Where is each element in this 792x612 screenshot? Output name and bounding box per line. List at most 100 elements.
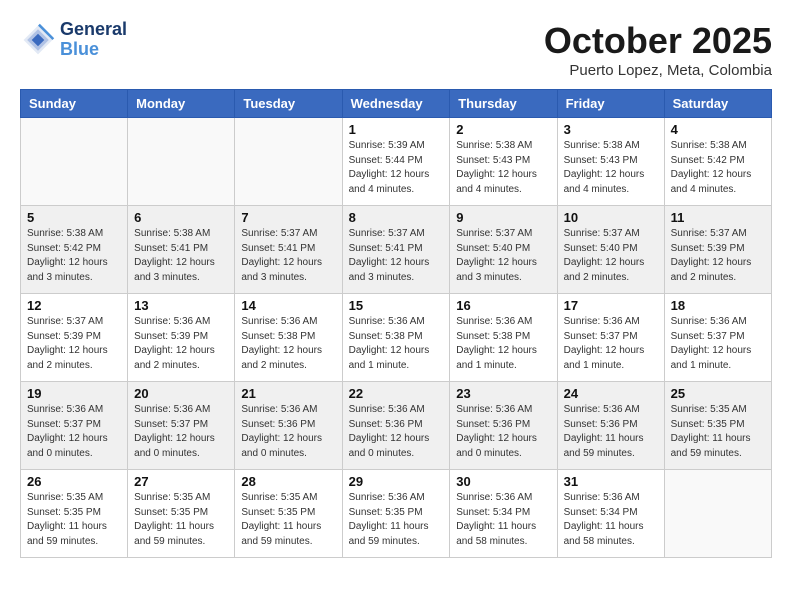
- calendar-cell: 7Sunrise: 5:37 AM Sunset: 5:41 PM Daylig…: [235, 206, 342, 294]
- calendar-cell: 22Sunrise: 5:36 AM Sunset: 5:36 PM Dayli…: [342, 382, 450, 470]
- calendar-cell: 26 Sunrise: 5:35 AM Sunset: 5:35 PM Dayli…: [21, 470, 128, 558]
- day-number: 15: [349, 298, 444, 313]
- day-info: Sunrise: 5:39 AM Sunset: 5:44 PM Dayligh…: [349, 139, 444, 197]
- calendar-cell: 11 Sunrise: 5:37 AM Sunset: 5:39 PM Dayli…: [664, 206, 771, 294]
- col-header-wednesday: Wednesday: [342, 90, 450, 118]
- day-number: 27: [134, 474, 228, 489]
- calendar-cell: 4 Sunrise: 5:38 AM Sunset: 5:42 PM Daylig…: [664, 118, 771, 206]
- calendar-cell: 23Sunrise: 5:36 AM Sunset: 5:36 PM Dayli…: [450, 382, 557, 470]
- day-number: 5: [27, 210, 121, 225]
- day-number: 8: [349, 210, 444, 225]
- day-number: 30: [456, 474, 550, 489]
- day-number: 20: [134, 386, 228, 401]
- day-info: Sunrise: 5:36 AM Sunset: 5:36 PM Dayligh…: [564, 403, 658, 461]
- calendar-cell: 27 Sunrise: 5:35 AM Sunset: 5:35 PM Dayli…: [128, 470, 235, 558]
- day-info: Sunrise: 5:36 AM Sunset: 5:37 PM Dayligh…: [134, 403, 228, 461]
- day-info: Sunrise: 5:36 AM Sunset: 5:34 PM Dayligh…: [456, 491, 550, 549]
- day-info: Sunrise: 5:36 AM Sunset: 5:35 PM Dayligh…: [349, 491, 444, 549]
- day-info: Sunrise: 5:36 AM Sunset: 5:37 PM Dayligh…: [671, 315, 765, 373]
- day-number: 26: [27, 474, 121, 489]
- day-info: Sunrise: 5:38 AM Sunset: 5:42 PM Dayligh…: [27, 227, 121, 285]
- calendar-cell: 17 Sunrise: 5:36 AM Sunset: 5:37 PM Dayli…: [557, 294, 664, 382]
- day-info: Sunrise: 5:37 AM Sunset: 5:39 PM Dayligh…: [27, 315, 121, 373]
- calendar-cell: [128, 118, 235, 206]
- day-info: Sunrise: 5:36 AM Sunset: 5:38 PM Dayligh…: [349, 315, 444, 373]
- calendar-cell: 28Sunrise: 5:35 AM Sunset: 5:35 PM Dayli…: [235, 470, 342, 558]
- calendar-cell: 6 Sunrise: 5:38 AM Sunset: 5:41 PM Daylig…: [128, 206, 235, 294]
- calendar-cell: 9Sunrise: 5:37 AM Sunset: 5:40 PM Daylig…: [450, 206, 557, 294]
- calendar-cell: 13 Sunrise: 5:36 AM Sunset: 5:39 PM Dayli…: [128, 294, 235, 382]
- day-info: Sunrise: 5:36 AM Sunset: 5:36 PM Dayligh…: [456, 403, 550, 461]
- day-info: Sunrise: 5:35 AM Sunset: 5:35 PM Dayligh…: [671, 403, 765, 461]
- day-number: 29: [349, 474, 444, 489]
- col-header-sunday: Sunday: [21, 90, 128, 118]
- calendar-cell: 1 Sunrise: 5:39 AM Sunset: 5:44 PM Daylig…: [342, 118, 450, 206]
- day-number: 2: [456, 122, 550, 137]
- day-info: Sunrise: 5:35 AM Sunset: 5:35 PM Dayligh…: [27, 491, 121, 549]
- day-info: Sunrise: 5:36 AM Sunset: 5:34 PM Dayligh…: [564, 491, 658, 549]
- day-info: Sunrise: 5:37 AM Sunset: 5:41 PM Dayligh…: [241, 227, 335, 285]
- day-info: Sunrise: 5:36 AM Sunset: 5:36 PM Dayligh…: [349, 403, 444, 461]
- calendar-week-row: 5 Sunrise: 5:38 AM Sunset: 5:42 PM Daylig…: [21, 206, 772, 294]
- calendar-cell: 25 Sunrise: 5:35 AM Sunset: 5:35 PM Dayli…: [664, 382, 771, 470]
- calendar-cell: 2Sunrise: 5:38 AM Sunset: 5:43 PM Daylig…: [450, 118, 557, 206]
- col-header-tuesday: Tuesday: [235, 90, 342, 118]
- calendar-week-row: 1 Sunrise: 5:39 AM Sunset: 5:44 PM Daylig…: [21, 118, 772, 206]
- calendar-cell: 19 Sunrise: 5:36 AM Sunset: 5:37 PM Dayli…: [21, 382, 128, 470]
- calendar-cell: 21 Sunrise: 5:36 AM Sunset: 5:36 PM Dayli…: [235, 382, 342, 470]
- day-number: 6: [134, 210, 228, 225]
- calendar-cell: 14 Sunrise: 5:36 AM Sunset: 5:38 PM Dayli…: [235, 294, 342, 382]
- calendar-cell: 8 Sunrise: 5:37 AM Sunset: 5:41 PM Daylig…: [342, 206, 450, 294]
- calendar-cell: 3Sunrise: 5:38 AM Sunset: 5:43 PM Daylig…: [557, 118, 664, 206]
- calendar-cell: 20 Sunrise: 5:36 AM Sunset: 5:37 PM Dayli…: [128, 382, 235, 470]
- day-number: 19: [27, 386, 121, 401]
- day-number: 11: [671, 210, 765, 225]
- calendar-cell: 12 Sunrise: 5:37 AM Sunset: 5:39 PM Dayli…: [21, 294, 128, 382]
- day-number: 16: [456, 298, 550, 313]
- day-info: Sunrise: 5:37 AM Sunset: 5:39 PM Dayligh…: [671, 227, 765, 285]
- day-info: Sunrise: 5:35 AM Sunset: 5:35 PM Dayligh…: [134, 491, 228, 549]
- day-number: 9: [456, 210, 550, 225]
- day-info: Sunrise: 5:37 AM Sunset: 5:41 PM Dayligh…: [349, 227, 444, 285]
- calendar-cell: 30 Sunrise: 5:36 AM Sunset: 5:34 PM Dayli…: [450, 470, 557, 558]
- day-number: 28: [241, 474, 335, 489]
- day-number: 12: [27, 298, 121, 313]
- day-info: Sunrise: 5:36 AM Sunset: 5:37 PM Dayligh…: [564, 315, 658, 373]
- day-number: 25: [671, 386, 765, 401]
- day-number: 1: [349, 122, 444, 137]
- page-header: General Blue October 2025 Puerto Lopez, …: [20, 20, 772, 79]
- logo-text-general: General: [60, 20, 127, 40]
- day-info: Sunrise: 5:38 AM Sunset: 5:42 PM Dayligh…: [671, 139, 765, 197]
- calendar-week-row: 19 Sunrise: 5:36 AM Sunset: 5:37 PM Dayli…: [21, 382, 772, 470]
- title-block: October 2025 Puerto Lopez, Meta, Colombi…: [544, 20, 772, 79]
- logo-text-blue: Blue: [60, 40, 127, 60]
- day-info: Sunrise: 5:36 AM Sunset: 5:38 PM Dayligh…: [456, 315, 550, 373]
- calendar-cell: 10Sunrise: 5:37 AM Sunset: 5:40 PM Dayli…: [557, 206, 664, 294]
- day-info: Sunrise: 5:38 AM Sunset: 5:43 PM Dayligh…: [564, 139, 658, 197]
- calendar-cell: [21, 118, 128, 206]
- day-info: Sunrise: 5:36 AM Sunset: 5:36 PM Dayligh…: [241, 403, 335, 461]
- day-info: Sunrise: 5:36 AM Sunset: 5:38 PM Dayligh…: [241, 315, 335, 373]
- calendar-cell: 16 Sunrise: 5:36 AM Sunset: 5:38 PM Dayli…: [450, 294, 557, 382]
- calendar-week-row: 26 Sunrise: 5:35 AM Sunset: 5:35 PM Dayli…: [21, 470, 772, 558]
- calendar-cell: [664, 470, 771, 558]
- day-number: 21: [241, 386, 335, 401]
- day-info: Sunrise: 5:36 AM Sunset: 5:37 PM Dayligh…: [27, 403, 121, 461]
- day-number: 14: [241, 298, 335, 313]
- logo-icon: [20, 22, 56, 58]
- day-number: 13: [134, 298, 228, 313]
- calendar-cell: [235, 118, 342, 206]
- logo: General Blue: [20, 20, 127, 60]
- calendar-week-row: 12 Sunrise: 5:37 AM Sunset: 5:39 PM Dayli…: [21, 294, 772, 382]
- col-header-monday: Monday: [128, 90, 235, 118]
- calendar-table: SundayMondayTuesdayWednesdayThursdayFrid…: [20, 89, 772, 558]
- day-number: 31: [564, 474, 658, 489]
- day-info: Sunrise: 5:36 AM Sunset: 5:39 PM Dayligh…: [134, 315, 228, 373]
- day-info: Sunrise: 5:38 AM Sunset: 5:41 PM Dayligh…: [134, 227, 228, 285]
- location-subtitle: Puerto Lopez, Meta, Colombia: [544, 62, 772, 79]
- calendar-cell: 31 Sunrise: 5:36 AM Sunset: 5:34 PM Dayli…: [557, 470, 664, 558]
- col-header-thursday: Thursday: [450, 90, 557, 118]
- col-header-friday: Friday: [557, 90, 664, 118]
- day-number: 4: [671, 122, 765, 137]
- day-number: 17: [564, 298, 658, 313]
